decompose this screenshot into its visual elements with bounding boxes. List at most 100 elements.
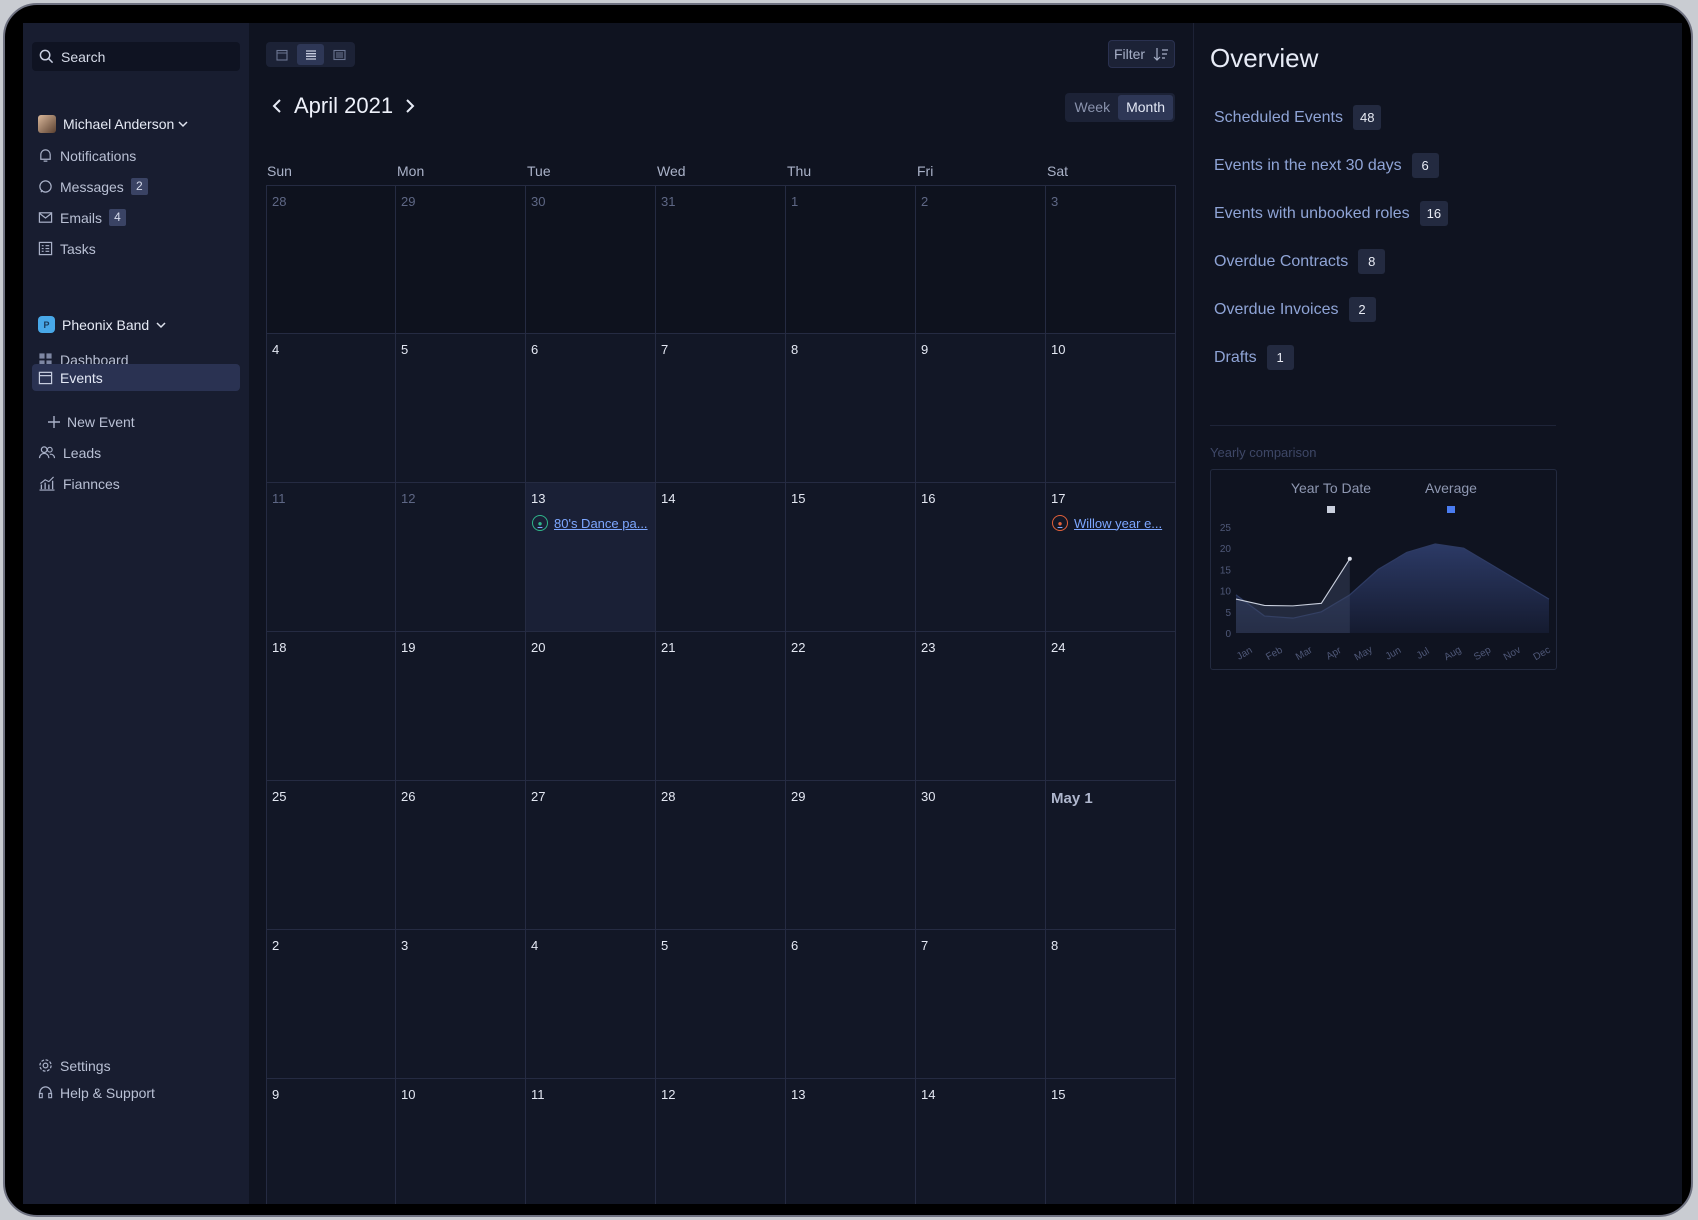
calendar-day-cell[interactable]: 30 — [526, 185, 656, 334]
week-button[interactable]: Week — [1067, 95, 1119, 120]
calendar-day-cell[interactable]: 27 — [526, 781, 656, 930]
calendar-day-cell[interactable]: 9 — [266, 1079, 396, 1204]
day-number: 26 — [401, 789, 416, 804]
calendar-day-cell[interactable]: 18 — [266, 632, 396, 781]
overview-stat-row[interactable]: Events in the next 30 days 6 — [1214, 153, 1439, 178]
calendar-day-cell[interactable]: 8 — [786, 334, 916, 483]
calendar-day-cell[interactable]: 7 — [916, 930, 1046, 1079]
calendar-day-cell[interactable]: 28 — [656, 781, 786, 930]
sidebar-item-finances[interactable]: Fiannces — [32, 470, 240, 497]
sidebar-item-leads[interactable]: Leads — [32, 439, 240, 466]
calendar-day-cell[interactable]: 5 — [656, 930, 786, 1079]
table-view-button[interactable] — [325, 44, 353, 65]
calendar-view-icon — [276, 49, 288, 61]
calendar-event[interactable]: ● 80's Dance pa... — [532, 515, 648, 531]
calendar-day-cell[interactable]: 23 — [916, 632, 1046, 781]
day-number: 9 — [921, 342, 929, 357]
user-menu[interactable]: Michael Anderson — [32, 110, 240, 137]
calendar-day-cell[interactable]: 15 — [1046, 1079, 1176, 1204]
calendar-view-button[interactable] — [268, 44, 296, 65]
overview-stat-row[interactable]: Events with unbooked roles 16 — [1214, 201, 1449, 226]
list-view-button[interactable] — [296, 44, 325, 65]
calendar-day-cell[interactable]: 13 — [786, 1079, 916, 1204]
sidebar-item-help[interactable]: Help & Support — [32, 1079, 240, 1106]
calendar-day-cell[interactable]: 4 — [526, 930, 656, 1079]
calendar-day-cell[interactable]: 1 — [786, 185, 916, 334]
calendar-day-cell[interactable]: 17 ● Willow year e... — [1046, 483, 1176, 632]
calendar-day-cell[interactable]: 9 — [916, 334, 1046, 483]
calendar-day-cell[interactable]: 15 — [786, 483, 916, 632]
message-icon — [39, 180, 52, 193]
calendar-day-cell[interactable]: 6 — [526, 334, 656, 483]
overview-stat-row[interactable]: Overdue Invoices 2 — [1214, 297, 1376, 322]
band-logo: P — [38, 316, 55, 333]
search-input[interactable]: Search — [32, 42, 240, 71]
day-number: 6 — [531, 342, 539, 357]
month-button[interactable]: Month — [1118, 95, 1173, 120]
calendar-day-cell[interactable]: 10 — [396, 1079, 526, 1204]
x-tick-label: Feb — [1264, 645, 1285, 663]
day-number: 12 — [401, 491, 416, 506]
event-title: 80's Dance pa... — [554, 515, 648, 531]
calendar-day-cell[interactable]: 13 ● 80's Dance pa... — [526, 483, 656, 632]
overview-stat-row[interactable]: Overdue Contracts 8 — [1214, 249, 1386, 274]
chevron-left-icon[interactable] — [270, 98, 284, 114]
calendar-day-cell[interactable]: 26 — [396, 781, 526, 930]
calendar-day-cell[interactable]: 21 — [656, 632, 786, 781]
calendar-event[interactable]: ● Willow year e... — [1052, 515, 1162, 531]
sidebar-item-label: Messages — [60, 178, 124, 195]
calendar-day-cell[interactable]: 10 — [1046, 334, 1176, 483]
calendar-day-cell[interactable]: 3 — [396, 930, 526, 1079]
x-tick-label: Aug — [1442, 645, 1463, 663]
calendar-day-cell[interactable]: 5 — [396, 334, 526, 483]
calendar-day-cell[interactable]: 22 — [786, 632, 916, 781]
day-number: 30 — [921, 789, 936, 804]
day-number: 8 — [791, 342, 799, 357]
calendar-day-cell[interactable]: 25 — [266, 781, 396, 930]
calendar-day-cell[interactable]: 19 — [396, 632, 526, 781]
calendar-day-cell[interactable]: 8 — [1046, 930, 1176, 1079]
day-number: 8 — [1051, 938, 1059, 953]
calendar-day-cell[interactable]: 2 — [916, 185, 1046, 334]
sidebar-item-messages[interactable]: Messages 2 — [32, 173, 240, 200]
sidebar-item-new-event[interactable]: New Event — [32, 408, 240, 435]
search-placeholder: Search — [61, 48, 106, 65]
day-number: 23 — [921, 640, 936, 655]
calendar-day-cell[interactable]: 12 — [396, 483, 526, 632]
day-number: 15 — [1051, 1087, 1066, 1102]
calendar-day-cell[interactable]: 11 — [266, 483, 396, 632]
overview-stat-row[interactable]: Drafts 1 — [1214, 345, 1294, 370]
sidebar-item-events[interactable]: Events — [32, 364, 240, 391]
calendar-day-cell[interactable]: 12 — [656, 1079, 786, 1204]
workspace-switcher[interactable]: P Pheonix Band — [32, 311, 240, 338]
day-number: 2 — [921, 194, 929, 209]
overview-stat-row[interactable]: Scheduled Events 48 — [1214, 105, 1382, 130]
sidebar-item-emails[interactable]: Emails 4 — [32, 204, 240, 231]
calendar-day-cell[interactable]: 2 — [266, 930, 396, 1079]
calendar-day-cell[interactable]: 7 — [656, 334, 786, 483]
sidebar-item-label: Leads — [63, 444, 102, 461]
sidebar-item-settings[interactable]: Settings — [32, 1052, 240, 1079]
chevron-right-icon[interactable] — [403, 98, 417, 114]
calendar-day-cell[interactable]: 11 — [526, 1079, 656, 1204]
calendar-day-cell[interactable]: 30 — [916, 781, 1046, 930]
calendar-day-cell[interactable]: 29 — [786, 781, 916, 930]
calendar-day-cell[interactable]: 6 — [786, 930, 916, 1079]
calendar-day-cell[interactable]: 14 — [656, 483, 786, 632]
sidebar-item-tasks[interactable]: Tasks — [32, 235, 240, 262]
headset-icon — [38, 1086, 53, 1099]
calendar-day-cell[interactable]: 4 — [266, 334, 396, 483]
calendar-day-cell[interactable]: 14 — [916, 1079, 1046, 1204]
calendar-day-cell[interactable]: 3 — [1046, 185, 1176, 334]
calendar-day-cell[interactable]: 29 — [396, 185, 526, 334]
calendar-day-cell[interactable]: 24 — [1046, 632, 1176, 781]
calendar-day-cell[interactable]: 28 — [266, 185, 396, 334]
calendar-day-cell[interactable]: 20 — [526, 632, 656, 781]
calendar-main: Filter April 2021 Week Month Sun Mon Tue We… — [249, 23, 1193, 1204]
calendar-day-cell[interactable]: 31 — [656, 185, 786, 334]
calendar-day-cell[interactable]: May 1 — [1046, 781, 1176, 930]
sidebar-item-label: New Event — [67, 413, 135, 430]
calendar-day-cell[interactable]: 16 — [916, 483, 1046, 632]
sidebar-item-notifications[interactable]: Notifications — [32, 142, 240, 169]
filter-button[interactable]: Filter — [1108, 40, 1175, 68]
